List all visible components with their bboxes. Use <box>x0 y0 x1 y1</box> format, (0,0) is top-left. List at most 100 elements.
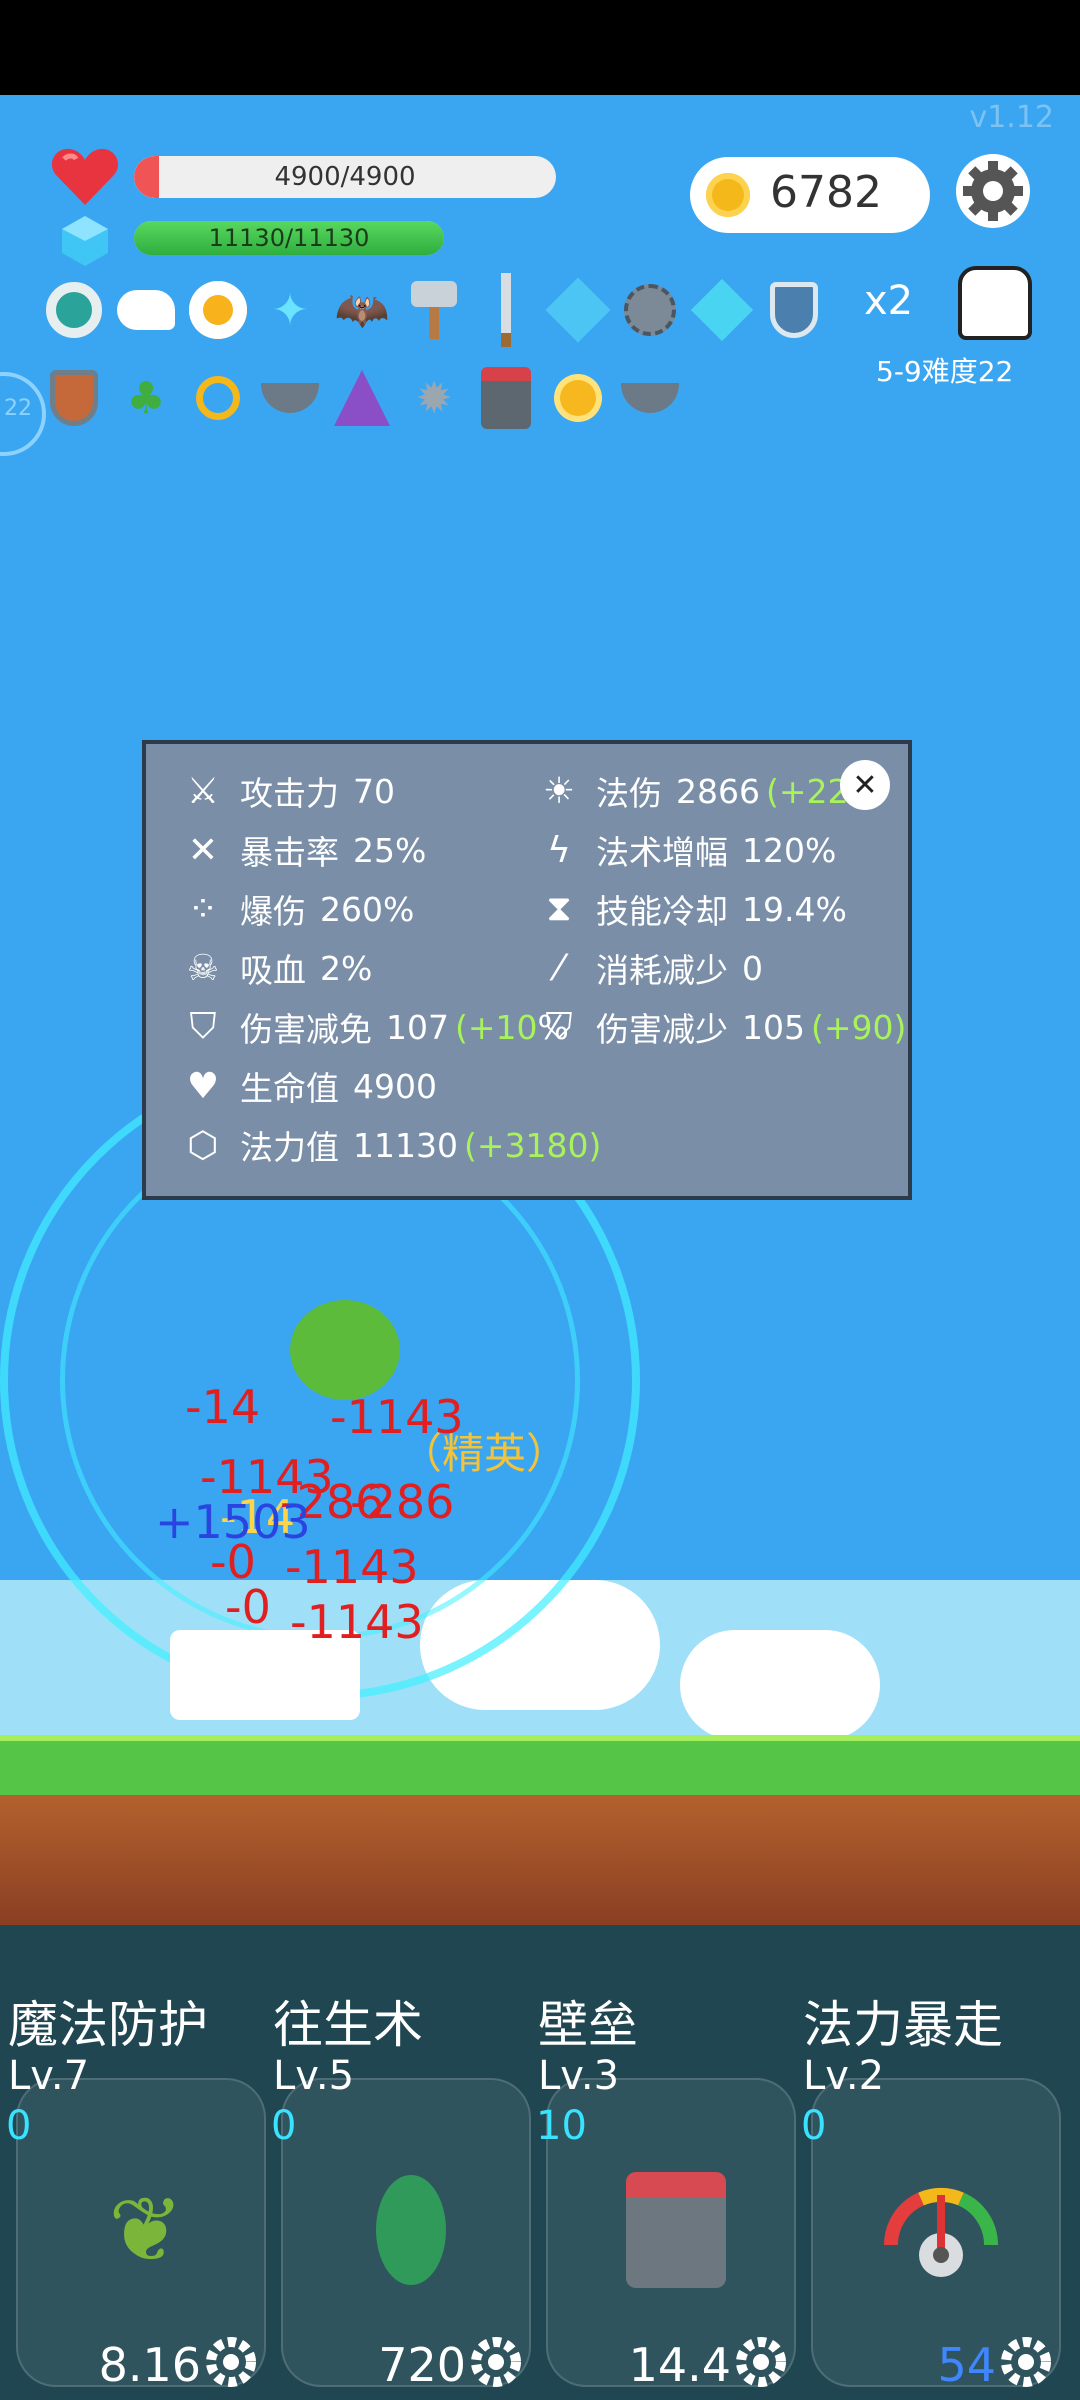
stage-difficulty: 5-9难度22 <box>876 355 1014 388</box>
status-bar <box>0 0 1080 95</box>
ice-cube-item-icon[interactable] <box>542 274 614 346</box>
lightning-icon: ϟ <box>547 829 571 871</box>
diamond-item-icon[interactable] <box>686 274 758 346</box>
skill-name: 法力暴走 <box>803 1996 1003 2054</box>
close-icon[interactable]: ✕ <box>840 760 890 810</box>
stat-value: 11130 <box>353 1125 458 1165</box>
hp-text: 4900/4900 <box>274 162 416 192</box>
sword-item-icon[interactable] <box>470 273 542 347</box>
stat-crit-rate: ✕ 暴击率 25% <box>178 825 426 875</box>
skill-upgrade-gear-icon[interactable] <box>468 2334 524 2390</box>
skill-value: 8.16 <box>98 2338 201 2392</box>
stat-bonus: (+90) <box>811 1007 907 1047</box>
damage-number: -1143 <box>330 1390 464 1444</box>
stat-mana: ⬡ 法力值 11130 (+3180) <box>178 1120 601 1170</box>
stat-value: 120% <box>742 830 837 870</box>
level-badge-text: 22 <box>4 396 32 421</box>
stat-label: 攻击力 <box>240 774 339 813</box>
stat-attack: ⚔ 攻击力 70 <box>178 766 395 816</box>
crystal-item-icon[interactable]: ✦ <box>254 274 326 346</box>
mortar2-item-icon[interactable] <box>614 362 686 434</box>
skill-name: 壁垒 <box>538 1996 638 2054</box>
skill-level: Lv.5 <box>273 2053 355 2099</box>
wing-item-icon[interactable] <box>110 274 182 346</box>
skill-count: 0 <box>6 2103 32 2149</box>
dirt-ground <box>0 1795 1080 1925</box>
skill-upgrade-gear-icon[interactable] <box>998 2334 1054 2390</box>
shield-icon: ⛉ <box>189 1006 217 1047</box>
skill-level: Lv.2 <box>803 2053 885 2099</box>
axe-icon: ⚔ <box>186 770 220 812</box>
stat-value: 2866 <box>676 771 760 811</box>
stat-value: 105 <box>742 1007 805 1047</box>
egg-item-icon[interactable] <box>182 274 254 346</box>
skill-slot-rebirth[interactable]: 往生术 Lv.5 0 720 <box>265 1925 531 2400</box>
hp-bar: 4900/4900 <box>134 156 556 198</box>
stat-lifesteal: ☠ 吸血 2% <box>178 943 373 993</box>
elite-monster[interactable] <box>290 1300 400 1400</box>
stat-magic-damage: ☀ 法伤 2866 (+222 <box>534 766 870 816</box>
skill-upgrade-gear-icon[interactable] <box>203 2334 259 2390</box>
stat-damage-decrease: ⛉ 伤害减少 105 (+90) <box>534 1002 906 1052</box>
stat-label: 生命值 <box>240 1069 339 1108</box>
mp-bar: 11130/11130 <box>134 221 444 255</box>
crit-icon: ✕ <box>187 829 219 871</box>
skill-name: 魔法防护 <box>8 1996 208 2054</box>
settings-gear-icon[interactable] <box>955 153 1031 229</box>
axe-item-icon[interactable] <box>398 274 470 346</box>
wizard-hat-item-icon[interactable] <box>326 362 398 434</box>
heart-icon <box>51 148 119 205</box>
burst-icon: ⁘ <box>187 888 219 930</box>
sun-orb-item-icon[interactable] <box>542 362 614 434</box>
mortar-item-icon[interactable] <box>254 362 326 434</box>
stat-label: 消耗减少 <box>596 951 728 990</box>
ghost-companion-icon[interactable] <box>958 266 1032 340</box>
hexagon-icon: ⬡ <box>187 1124 219 1166</box>
skull-icon: ☠ <box>186 947 220 989</box>
item-row-2: ♣ ✹ <box>38 362 686 434</box>
leaf-sprout-icon: ❦ <box>108 2177 184 2283</box>
bat-item-icon[interactable]: 🦇 <box>326 274 398 346</box>
coin-amount: 6782 <box>770 167 882 218</box>
stat-value: 70 <box>353 771 395 811</box>
ring-item-icon[interactable] <box>38 274 110 346</box>
skill-upgrade-gear-icon[interactable] <box>733 2334 789 2390</box>
leaf-icon <box>351 2170 471 2290</box>
skill-value: 720 <box>378 2338 466 2392</box>
wand-icon: ⁄ <box>555 947 562 989</box>
skill-slot-magic-shield[interactable]: ❦ 魔法防护 Lv.7 0 8.16 <box>0 1925 266 2400</box>
stats-panel: ⚔ 攻击力 70 ✕ 暴击率 25% ⁘ 爆伤 260% ☠ 吸血 2% ⛉ 伤… <box>142 740 912 1200</box>
stat-spell-amp: ϟ 法术增幅 120% <box>534 825 836 875</box>
game-speed[interactable]: x2 <box>864 278 913 324</box>
coin-counter: 6782 <box>690 157 930 233</box>
stat-cooldown: ⧗ 技能冷却 19.4% <box>534 884 847 934</box>
stat-damage-reduction: ⛉ 伤害减免 107 (+10 % <box>178 1002 568 1052</box>
stat-value: 0 <box>742 948 763 988</box>
skill-count: 10 <box>536 2103 587 2149</box>
stat-value: 2% <box>320 948 373 988</box>
damage-number: -14 <box>185 1380 261 1434</box>
gold-ring-item-icon[interactable] <box>182 362 254 434</box>
gauge-dial <box>883 2187 999 2277</box>
sun-icon: ☀ <box>542 770 576 812</box>
stat-crit-damage: ⁘ 爆伤 260% <box>178 884 414 934</box>
stat-value: 19.4% <box>742 889 847 929</box>
stat-label: 法伤 <box>596 774 662 813</box>
stat-hp: ♥ 生命值 4900 <box>178 1061 437 1111</box>
stat-label: 伤害减少 <box>596 1010 728 1049</box>
skill-slot-bulwark[interactable]: 壁垒 Lv.3 10 14.4 <box>530 1925 796 2400</box>
wood-shield-item-icon[interactable] <box>38 362 110 434</box>
skill-value: 54 <box>937 2338 996 2392</box>
mace-item-icon[interactable] <box>614 274 686 346</box>
armor-item-icon[interactable] <box>470 362 542 434</box>
stat-cost-reduction: ⁄ 消耗减少 0 <box>534 943 763 993</box>
skill-value: 14.4 <box>628 2338 731 2392</box>
stat-value: 4900 <box>353 1066 437 1106</box>
item-row-1: ✦ 🦇 <box>38 273 830 347</box>
plant-item-icon[interactable]: ♣ <box>110 362 182 434</box>
coin-icon <box>706 173 750 217</box>
skill-level: Lv.3 <box>538 2053 620 2099</box>
skill-slot-mana-surge[interactable]: 法力暴走 Lv.2 0 54 <box>795 1925 1061 2400</box>
shield-item-icon[interactable] <box>758 274 830 346</box>
spike-ball-item-icon[interactable]: ✹ <box>398 362 470 434</box>
